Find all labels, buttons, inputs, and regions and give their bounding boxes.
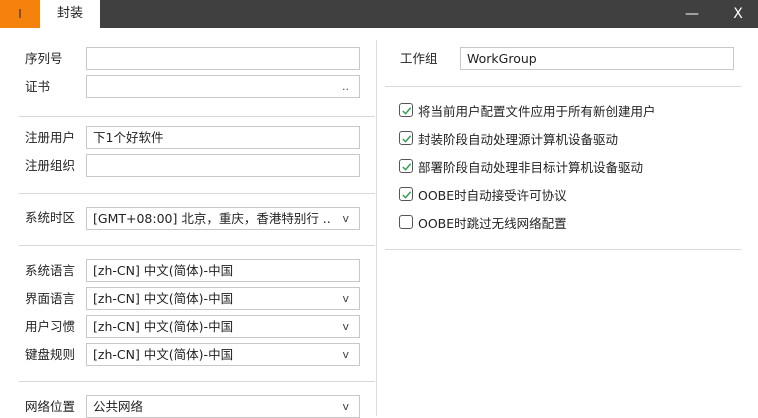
serial-input[interactable] (86, 47, 360, 70)
option-label: OOBE时自动接受许可协议 (418, 187, 567, 203)
option-label: OOBE时跳过无线网络配置 (418, 215, 567, 231)
cert-input[interactable]: .. (86, 75, 360, 98)
keyboard-label: 键盘规则 (25, 347, 76, 362)
tab-package[interactable]: 封装 (40, 0, 100, 28)
ui-lang-value: [zh-CN] 中文(简体)-中国 (93, 291, 234, 306)
panel-divider (376, 40, 377, 416)
divider (19, 193, 375, 194)
user-locale-value: [zh-CN] 中文(简体)-中国 (93, 319, 234, 334)
keyboard-select[interactable]: [zh-CN] 中文(简体)-中国 v (86, 343, 360, 366)
timezone-select[interactable]: [GMT+08:00] 北京，重庆，香港特别行 .. v (86, 207, 360, 230)
ui-lang-label: 界面语言 (25, 291, 76, 306)
close-button[interactable]: X (718, 0, 758, 28)
chevron-down-icon: v (342, 292, 349, 305)
divider (19, 116, 375, 117)
chevron-down-icon: v (342, 320, 349, 333)
divider (19, 381, 375, 382)
sys-lang-input[interactable]: [zh-CN] 中文(简体)-中国 (86, 259, 360, 282)
title-bar: I 封装 — X (0, 0, 758, 28)
network-value: 公共网络 (93, 399, 144, 414)
chevron-down-icon: v (342, 348, 349, 361)
checkbox-checked-icon[interactable] (399, 187, 413, 201)
browse-button[interactable]: .. (342, 76, 349, 97)
sys-lang-label: 系统语言 (25, 263, 76, 278)
network-label: 网络位置 (25, 399, 76, 414)
checkbox-checked-icon[interactable] (399, 131, 413, 145)
timezone-label: 系统时区 (25, 210, 76, 225)
divider (385, 249, 741, 250)
workgroup-input[interactable]: WorkGroup (460, 47, 734, 70)
checkbox-unchecked-icon[interactable] (399, 215, 413, 229)
app-tab[interactable]: I (0, 0, 40, 28)
divider (19, 245, 375, 246)
chevron-down-icon: v (342, 400, 349, 413)
cert-label: 证书 (25, 79, 51, 94)
ui-lang-select[interactable]: [zh-CN] 中文(简体)-中国 v (86, 287, 360, 310)
reg-org-label: 注册组织 (25, 158, 76, 173)
timezone-value: [GMT+08:00] 北京，重庆，香港特别行 .. (93, 211, 331, 226)
user-locale-label: 用户习惯 (25, 319, 76, 334)
serial-label: 序列号 (25, 51, 63, 66)
network-select[interactable]: 公共网络 v (86, 395, 360, 418)
chevron-down-icon: v (342, 212, 349, 225)
option-checkbox[interactable]: OOBE时自动接受许可协议 (399, 186, 567, 203)
option-label: 封装阶段自动处理源计算机设备驱动 (418, 131, 619, 147)
divider (385, 86, 741, 87)
checkbox-checked-icon[interactable] (399, 159, 413, 173)
option-label: 部署阶段自动处理非目标计算机设备驱动 (418, 159, 644, 175)
reg-org-input[interactable] (86, 154, 360, 177)
keyboard-value: [zh-CN] 中文(简体)-中国 (93, 347, 234, 362)
option-checkbox[interactable]: 部署阶段自动处理非目标计算机设备驱动 (399, 158, 644, 175)
option-checkbox[interactable]: OOBE时跳过无线网络配置 (399, 214, 567, 231)
checkbox-checked-icon[interactable] (399, 103, 413, 117)
option-checkbox[interactable]: 将当前用户配置文件应用于所有新创建用户 (399, 102, 656, 119)
workgroup-label: 工作组 (400, 51, 438, 66)
minimize-button[interactable]: — (672, 0, 712, 28)
reg-user-label: 注册用户 (25, 130, 76, 145)
option-label: 将当前用户配置文件应用于所有新创建用户 (418, 103, 656, 119)
reg-user-input[interactable]: 下1个好软件 (86, 126, 360, 149)
user-locale-select[interactable]: [zh-CN] 中文(简体)-中国 v (86, 315, 360, 338)
option-checkbox[interactable]: 封装阶段自动处理源计算机设备驱动 (399, 130, 619, 147)
